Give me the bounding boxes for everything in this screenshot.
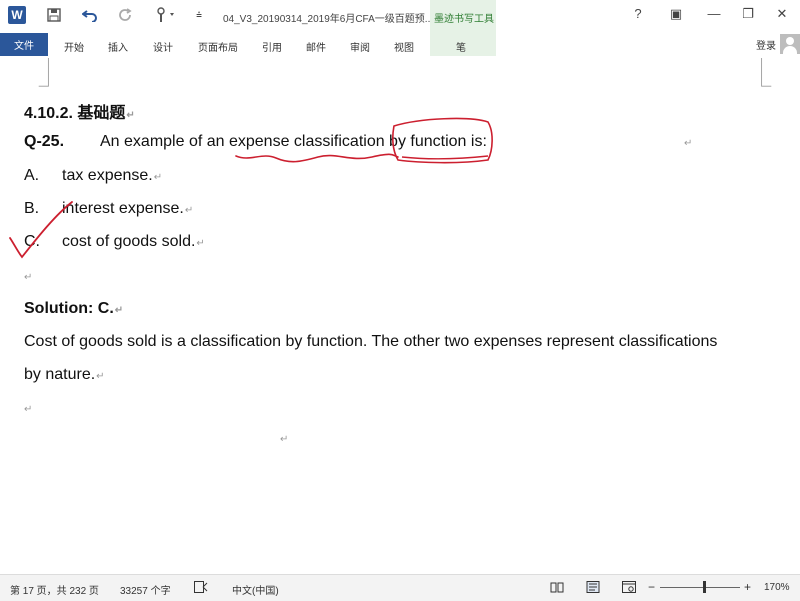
zoom-in-button[interactable]: + (744, 580, 751, 594)
tab-references[interactable]: 引用 (262, 39, 282, 54)
ribbon-display-options-button[interactable]: ▣ (666, 6, 686, 22)
read-mode-icon[interactable] (550, 581, 564, 596)
tab-mailings[interactable]: 邮件 (306, 39, 326, 54)
help-button[interactable]: ? (628, 6, 648, 21)
tab-review[interactable]: 审阅 (350, 39, 370, 54)
zoom-slider-thumb[interactable] (703, 581, 706, 593)
restore-button[interactable]: ❐ (738, 6, 758, 22)
close-button[interactable]: ✕ (772, 6, 792, 22)
tab-design[interactable]: 设计 (153, 39, 173, 54)
sign-in-link[interactable]: 登录 (756, 37, 776, 52)
title-bar: W ⩮ 04_V3_20190314_2019年6月CFA一级百题预... 墨迹… (0, 0, 800, 32)
minimize-button[interactable]: — (704, 6, 724, 21)
zoom-slider[interactable] (660, 587, 740, 588)
ink-tools-label: 墨迹书写工具 (434, 14, 494, 25)
print-layout-icon[interactable] (586, 581, 600, 596)
document-title: 04_V3_20190314_2019年6月CFA一级百题预... (223, 14, 434, 25)
ink-annotations[interactable] (0, 56, 800, 574)
undo-icon[interactable] (80, 4, 100, 26)
redo-icon[interactable] (116, 4, 136, 26)
tab-file[interactable]: 文件 (0, 33, 48, 56)
proofing-icon[interactable] (194, 581, 208, 596)
tab-pen[interactable]: 笔 (456, 39, 466, 54)
document-page[interactable]: 4.10.2. 基础题↵ Q-25. An example of an expe… (0, 56, 800, 574)
tab-layout[interactable]: 页面布局 (198, 39, 238, 54)
web-layout-icon[interactable] (622, 581, 636, 596)
customize-toolbar-icon[interactable]: ⩮ (192, 4, 206, 26)
tab-home[interactable]: 开始 (64, 39, 84, 54)
save-icon[interactable] (44, 4, 64, 26)
word-app-icon[interactable]: W (8, 6, 26, 24)
avatar[interactable] (780, 34, 800, 54)
zoom-level[interactable]: 170% (764, 582, 790, 593)
tab-view[interactable]: 视图 (394, 39, 414, 54)
ink-box-underline (401, 155, 489, 160)
ink-underline-squiggle (235, 153, 399, 163)
page-count[interactable]: 第 17 页，共 232 页 (10, 582, 99, 597)
zoom-out-button[interactable]: − (648, 580, 655, 594)
touch-mode-icon[interactable] (152, 4, 178, 26)
status-bar: 第 17 页，共 232 页 33257 个字 中文(中国) − + 170% (0, 574, 800, 601)
tab-insert[interactable]: 插入 (108, 39, 128, 54)
ink-checkmark-icon (9, 201, 73, 259)
language-status[interactable]: 中文(中国) (232, 582, 279, 597)
ink-box-by-function (392, 117, 493, 164)
word-count[interactable]: 33257 个字 (120, 582, 171, 597)
